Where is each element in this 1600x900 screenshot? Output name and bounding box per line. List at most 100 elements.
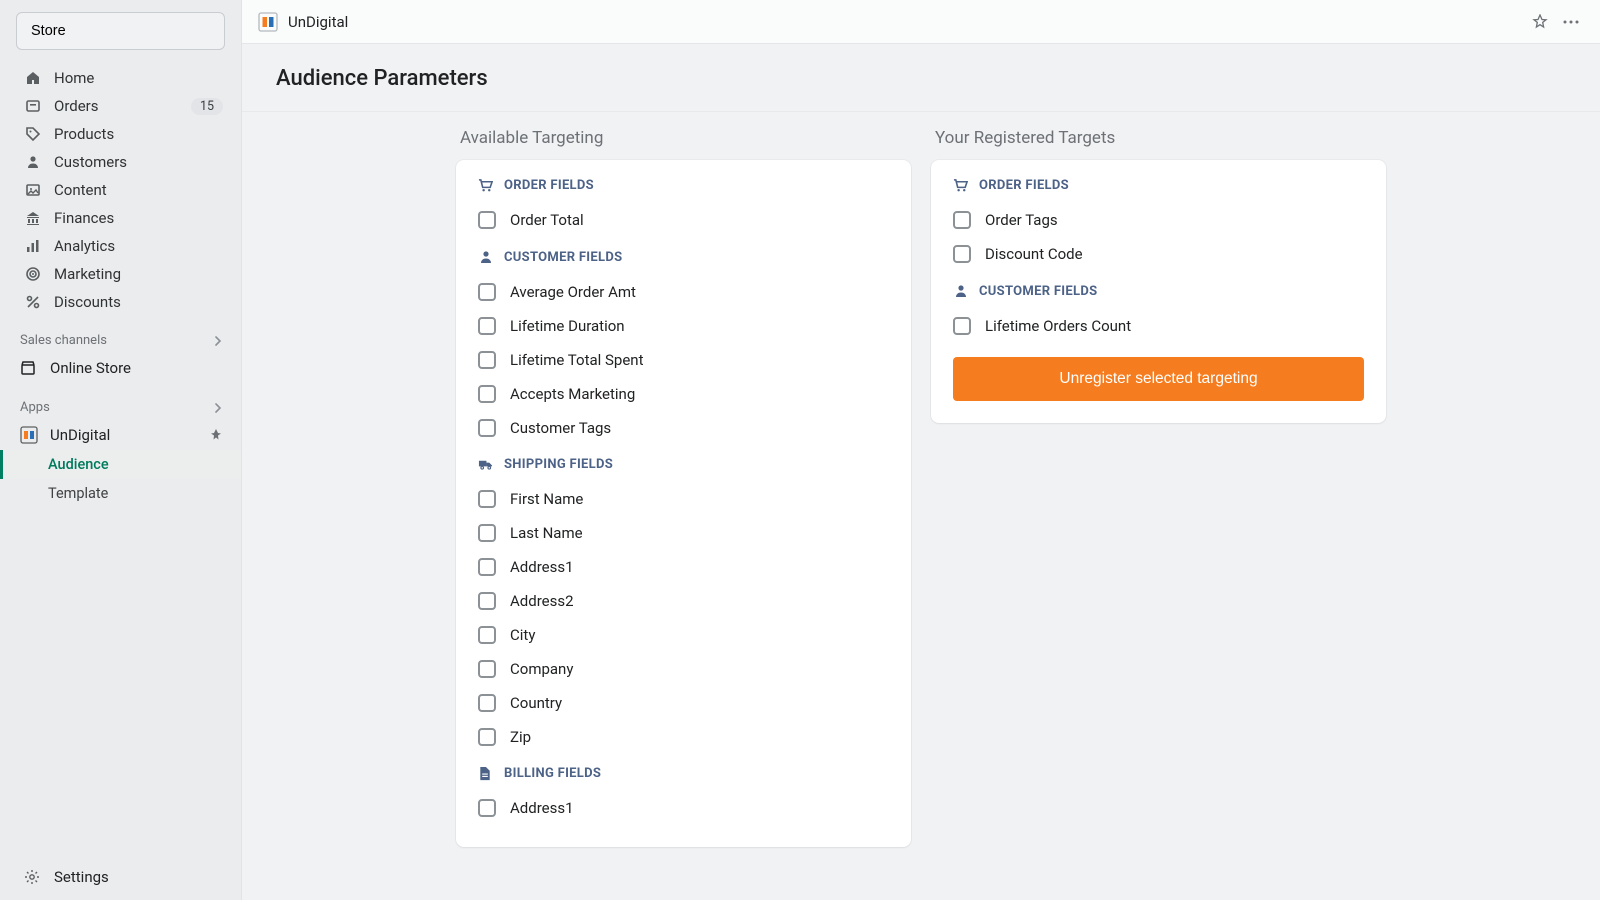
checkbox[interactable]	[478, 592, 496, 610]
pin-icon[interactable]	[209, 428, 223, 442]
group-heading: CUSTOMER FIELDS	[478, 249, 889, 265]
nav-label: Marketing	[54, 265, 121, 283]
checkbox[interactable]	[478, 283, 496, 301]
checkbox[interactable]	[478, 211, 496, 229]
chevron-right-icon	[213, 336, 223, 346]
field-row[interactable]: Order Total	[478, 203, 889, 237]
checkbox[interactable]	[478, 385, 496, 403]
field-row[interactable]: Address1	[478, 791, 889, 825]
main: UnDigital Audience Parameters Available …	[242, 0, 1600, 900]
unregister-button[interactable]: Unregister selected targeting	[953, 357, 1364, 401]
sidebar-item-products[interactable]: Products	[0, 120, 241, 148]
field-label: Address2	[510, 592, 574, 610]
nav-label: Customers	[54, 153, 127, 171]
field-row[interactable]: Last Name	[478, 516, 889, 550]
field-row[interactable]: Address2	[478, 584, 889, 618]
field-row[interactable]: Lifetime Orders Count	[953, 309, 1364, 343]
sub-nav-audience[interactable]: Audience	[0, 450, 241, 479]
undigital-logo-icon	[258, 12, 278, 32]
field-label: Address1	[510, 799, 574, 817]
registered-targets-column: Your Registered Targets ORDER FIELDS Orde…	[931, 128, 1386, 884]
checkbox[interactable]	[478, 728, 496, 746]
checkbox[interactable]	[478, 626, 496, 644]
content: Available Targeting ORDER FIELDSOrder To…	[242, 112, 1600, 900]
field-label: Company	[510, 660, 573, 678]
more-horizontal-icon[interactable]	[1562, 14, 1580, 30]
store-button[interactable]: Store	[16, 12, 225, 50]
sidebar-item-discounts[interactable]: Discounts	[0, 288, 241, 316]
truck-icon	[478, 457, 494, 472]
field-label: Last Name	[510, 524, 583, 542]
checkbox[interactable]	[478, 317, 496, 335]
topbar: UnDigital	[242, 0, 1600, 44]
field-label: Order Tags	[985, 211, 1058, 229]
app-name-label: UnDigital	[50, 426, 110, 444]
file-icon	[478, 766, 494, 781]
topbar-title: UnDigital	[288, 13, 348, 31]
field-row[interactable]: Address1	[478, 550, 889, 584]
home-icon	[24, 70, 42, 86]
checkbox[interactable]	[478, 799, 496, 817]
cart-icon	[953, 178, 969, 193]
checkbox[interactable]	[478, 419, 496, 437]
field-row[interactable]: Lifetime Total Spent	[478, 343, 889, 377]
checkbox[interactable]	[478, 351, 496, 369]
field-row[interactable]: Zip	[478, 720, 889, 754]
sales-channels-heading[interactable]: Sales channels	[0, 328, 241, 353]
tag-icon	[24, 126, 42, 142]
nav-badge: 15	[191, 98, 223, 115]
checkbox[interactable]	[953, 245, 971, 263]
field-label: Discount Code	[985, 245, 1083, 263]
field-row[interactable]: Lifetime Duration	[478, 309, 889, 343]
available-targeting-column: Available Targeting ORDER FIELDSOrder To…	[456, 128, 911, 884]
checkbox[interactable]	[478, 558, 496, 576]
checkbox[interactable]	[478, 524, 496, 542]
apps-heading[interactable]: Apps	[0, 395, 241, 420]
sidebar-item-analytics[interactable]: Analytics	[0, 232, 241, 260]
field-label: First Name	[510, 490, 583, 508]
undigital-app-icon	[20, 426, 40, 444]
field-row[interactable]: City	[478, 618, 889, 652]
available-targeting-card: ORDER FIELDS Order Total CUSTOMER FIELDS Av…	[456, 160, 911, 847]
field-row[interactable]: Order Tags	[953, 203, 1364, 237]
group-heading: BILLING FIELDS	[478, 766, 889, 781]
sidebar-item-orders[interactable]: Orders15	[0, 92, 241, 120]
field-label: Address1	[510, 558, 574, 576]
checkbox[interactable]	[478, 694, 496, 712]
field-row[interactable]: Company	[478, 652, 889, 686]
nav-label: Analytics	[54, 237, 115, 255]
field-row[interactable]: Customer Tags	[478, 411, 889, 445]
checkbox[interactable]	[953, 317, 971, 335]
pin-icon[interactable]	[1532, 14, 1548, 30]
sub-nav-template[interactable]: Template	[0, 479, 241, 508]
field-row[interactable]: Average Order Amt	[478, 275, 889, 309]
field-row[interactable]: Country	[478, 686, 889, 720]
sidebar-item-settings[interactable]: Settings	[0, 858, 241, 900]
chevron-right-icon	[213, 403, 223, 413]
online-store-label: Online Store	[50, 359, 131, 377]
checkbox[interactable]	[478, 660, 496, 678]
field-row[interactable]: First Name	[478, 482, 889, 516]
sidebar-item-online-store[interactable]: Online Store	[0, 353, 241, 383]
group-heading-label: ORDER FIELDS	[979, 178, 1069, 193]
image-icon	[24, 182, 42, 198]
group-heading-label: ORDER FIELDS	[504, 178, 594, 193]
sidebar-item-customers[interactable]: Customers	[0, 148, 241, 176]
sidebar-item-home[interactable]: Home	[0, 64, 241, 92]
sidebar-item-marketing[interactable]: Marketing	[0, 260, 241, 288]
sidebar-item-undigital[interactable]: UnDigital	[0, 420, 241, 450]
sidebar-item-content[interactable]: Content	[0, 176, 241, 204]
checkbox[interactable]	[478, 490, 496, 508]
primary-nav: HomeOrders15Products Customers Content Fina…	[0, 64, 241, 316]
group-heading: CUSTOMER FIELDS	[953, 283, 1364, 299]
field-label: Lifetime Duration	[510, 317, 625, 335]
checkbox[interactable]	[953, 211, 971, 229]
group-heading: SHIPPING FIELDS	[478, 457, 889, 472]
field-label: Order Total	[510, 211, 584, 229]
field-row[interactable]: Discount Code	[953, 237, 1364, 271]
nav-label: Content	[54, 181, 107, 199]
sidebar-item-finances[interactable]: Finances	[0, 204, 241, 232]
registered-targets-title: Your Registered Targets	[931, 128, 1386, 148]
field-row[interactable]: Accepts Marketing	[478, 377, 889, 411]
nav-label: Finances	[54, 209, 114, 227]
